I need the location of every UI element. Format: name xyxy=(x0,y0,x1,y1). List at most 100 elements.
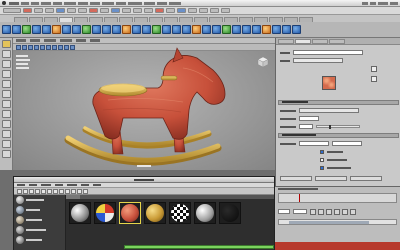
status-line-button[interactable] xyxy=(221,8,230,13)
shelf-tool-icon[interactable] xyxy=(142,25,151,34)
current-frame-field[interactable] xyxy=(278,209,290,214)
shelf-tool-icon[interactable] xyxy=(292,25,301,34)
attribute-tab[interactable] xyxy=(329,38,345,44)
status-line-button[interactable] xyxy=(56,8,65,13)
menu-item[interactable] xyxy=(31,1,39,5)
step-back-icon[interactable] xyxy=(318,209,324,215)
menu-item[interactable] xyxy=(116,1,126,5)
menu-item[interactable] xyxy=(102,1,114,5)
menu-item[interactable] xyxy=(169,1,181,5)
current-time-marker[interactable] xyxy=(299,194,300,202)
shelf-tool-icon[interactable] xyxy=(62,25,71,34)
hypershade-tool-icon[interactable] xyxy=(83,188,88,194)
shelf-tool-icon[interactable] xyxy=(232,25,241,34)
checkbox[interactable] xyxy=(320,150,324,154)
node-type-field[interactable] xyxy=(293,58,343,63)
hypershade-menu-item[interactable] xyxy=(17,184,25,186)
shelf-tool-icon[interactable] xyxy=(222,25,231,34)
status-line-button[interactable] xyxy=(78,8,87,13)
shelf-tool-icon[interactable] xyxy=(262,25,271,34)
rotate-tool-icon[interactable] xyxy=(1,70,11,78)
shelf-tool-icon[interactable] xyxy=(82,25,91,34)
status-line-button[interactable] xyxy=(188,8,197,13)
status-line-button[interactable] xyxy=(67,8,76,13)
shelf-tool-icon[interactable] xyxy=(72,25,81,34)
shelf-tool-icon[interactable] xyxy=(172,25,181,34)
shelf-tool-icon[interactable] xyxy=(122,25,131,34)
shelf-tool-icon[interactable] xyxy=(112,25,121,34)
status-line-button[interactable] xyxy=(23,8,32,13)
menu-item[interactable] xyxy=(157,1,167,5)
menu-item[interactable] xyxy=(78,1,88,5)
attribute-dropdown[interactable] xyxy=(299,108,359,113)
attribute-field[interactable] xyxy=(299,141,329,146)
status-line-button[interactable] xyxy=(100,8,109,13)
material-swatch[interactable] xyxy=(144,202,166,224)
status-line-button[interactable] xyxy=(144,8,153,13)
menu-item[interactable] xyxy=(9,1,19,5)
hypershade-tool-icon[interactable] xyxy=(65,188,70,194)
play-icon[interactable] xyxy=(334,209,340,215)
shelf-tool-icon[interactable] xyxy=(162,25,171,34)
status-line-button[interactable] xyxy=(133,8,142,13)
status-line-button[interactable] xyxy=(166,8,175,13)
hypershade-menu-item[interactable] xyxy=(67,184,77,186)
material-type-item[interactable] xyxy=(14,235,65,245)
attribute-field[interactable] xyxy=(299,116,319,121)
scale-tool-icon[interactable] xyxy=(1,80,11,88)
presets-icon[interactable] xyxy=(371,76,377,82)
materials-tab[interactable] xyxy=(96,195,110,199)
attribute-field[interactable] xyxy=(299,124,313,129)
status-line-button[interactable] xyxy=(199,8,208,13)
menu-item[interactable] xyxy=(41,1,51,5)
select-button[interactable] xyxy=(280,176,312,181)
node-name-field[interactable] xyxy=(293,50,363,55)
range-slider[interactable] xyxy=(278,219,397,225)
menu-item[interactable] xyxy=(21,1,29,5)
go-to-end-icon[interactable] xyxy=(350,209,356,215)
layout-four-icon[interactable] xyxy=(1,110,11,118)
load-attributes-button[interactable] xyxy=(315,176,347,181)
step-forward-icon[interactable] xyxy=(342,209,348,215)
select-tool-icon[interactable] xyxy=(1,40,11,48)
layout-persp-graph-icon[interactable] xyxy=(1,130,11,138)
hypershade-tool-icon[interactable] xyxy=(41,188,46,194)
attribute-tab[interactable] xyxy=(295,38,311,44)
materials-tab[interactable] xyxy=(81,195,95,199)
material-type-item[interactable] xyxy=(14,195,65,205)
menu-item[interactable] xyxy=(64,1,76,5)
shelf-tool-icon[interactable] xyxy=(242,25,251,34)
menu-item[interactable] xyxy=(53,1,62,5)
hypershade-tool-icon[interactable] xyxy=(59,188,64,194)
hypershade-tool-icon[interactable] xyxy=(29,188,34,194)
attribute-field[interactable] xyxy=(332,141,362,146)
hypershade-menu-item[interactable] xyxy=(29,184,37,186)
shelf-tool-icon[interactable] xyxy=(252,25,261,34)
menu-item[interactable] xyxy=(144,1,155,5)
hypershade-tool-icon[interactable] xyxy=(23,188,28,194)
shelf-tool-icon[interactable] xyxy=(2,25,11,34)
material-type-item[interactable] xyxy=(14,225,65,235)
shelf-tool-icon[interactable] xyxy=(12,25,21,34)
material-type-item[interactable] xyxy=(14,205,65,215)
hypershade-menu-item[interactable] xyxy=(41,184,51,186)
shelf-tool-icon[interactable] xyxy=(272,25,281,34)
go-to-start-icon[interactable] xyxy=(310,209,316,215)
play-back-icon[interactable] xyxy=(326,209,332,215)
menu-item[interactable] xyxy=(128,1,142,5)
materials-tab[interactable] xyxy=(111,195,125,199)
hypershade-menu-item[interactable] xyxy=(81,184,89,186)
attribute-tab[interactable] xyxy=(278,38,294,44)
shelf-tool-icon[interactable] xyxy=(202,25,211,34)
rocking-horse-model[interactable] xyxy=(13,38,275,170)
menu-item[interactable] xyxy=(90,1,100,5)
material-swatch[interactable] xyxy=(119,202,141,224)
move-tool-icon[interactable] xyxy=(1,60,11,68)
section-header[interactable] xyxy=(278,100,399,105)
hypershade-tool-icon[interactable] xyxy=(77,188,82,194)
status-line-button[interactable] xyxy=(122,8,131,13)
material-swatch[interactable] xyxy=(169,202,191,224)
layout-hypershade-icon[interactable] xyxy=(1,140,11,148)
shelf-tool-icon[interactable] xyxy=(92,25,101,34)
shelf-tool-icon[interactable] xyxy=(282,25,291,34)
